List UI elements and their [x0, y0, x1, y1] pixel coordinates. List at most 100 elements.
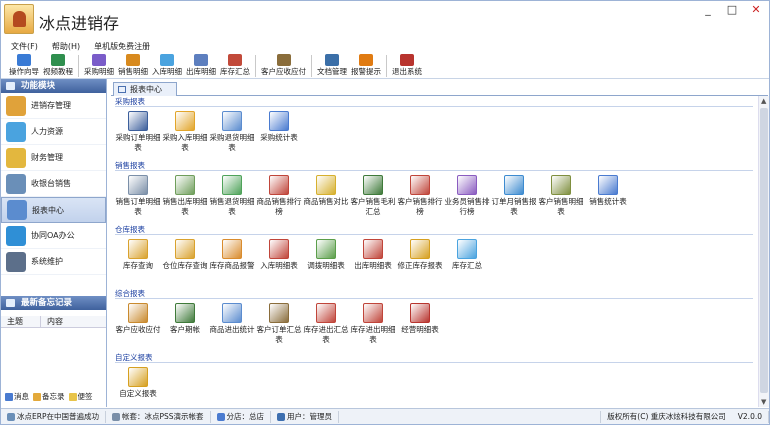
toolbar-separator: [386, 55, 387, 77]
toolbar-button[interactable]: 退出系统: [390, 53, 424, 77]
toolbar-button-label: 出库明细: [186, 67, 216, 76]
report-item[interactable]: 商品销售排行榜: [256, 175, 302, 217]
report-item[interactable]: 采购订单明细表: [115, 111, 161, 153]
report-item-label: 客户期帐: [170, 325, 200, 334]
memo-table[interactable]: 主题 内容: [1, 316, 106, 386]
salesman-rank-icon: [457, 175, 477, 195]
scroll-down-icon[interactable]: ▼: [761, 398, 766, 406]
report-item[interactable]: 商品销售对比: [303, 175, 349, 207]
report-item[interactable]: 库存汇总: [444, 239, 490, 271]
report-item[interactable]: 业务员销售排行榜: [444, 175, 490, 217]
toolbar-button[interactable]: 采购明细: [82, 53, 116, 77]
nav-item[interactable]: 协同OA办公: [1, 223, 106, 249]
document-icon: [325, 54, 339, 66]
toolbar-button[interactable]: 库存汇总: [218, 53, 252, 77]
report-item-label: 商品销售对比: [303, 197, 349, 206]
minimize-button[interactable]: _: [701, 3, 715, 16]
report-item[interactable]: 经营明细表: [397, 303, 443, 335]
scroll-thumb[interactable]: [760, 108, 768, 393]
tab-report-center[interactable]: 报表中心: [113, 82, 177, 96]
toolbar-button[interactable]: 入库明细: [150, 53, 184, 77]
report-item[interactable]: 出库明细表: [350, 239, 396, 271]
report-item[interactable]: 订单月销售报表: [491, 175, 537, 217]
menu-register[interactable]: 单机版免费注册: [94, 40, 150, 53]
nav-item[interactable]: 系统维护: [1, 249, 106, 275]
purchase-in-icon: [175, 111, 195, 131]
toolbar-button-label: 视频教程: [43, 67, 73, 76]
purchase-return-icon: [222, 111, 242, 131]
status-account-text: 帐套：冰点PSS演示帐套: [121, 412, 204, 421]
report-item[interactable]: 商品进出统计: [209, 303, 255, 335]
toolbar-button[interactable]: 出库明细: [184, 53, 218, 77]
report-item-label: 客户销售毛利汇总: [350, 197, 396, 216]
memo-link[interactable]: 消息: [5, 391, 29, 402]
nav-item-label: 协同OA办公: [31, 231, 75, 240]
report-item[interactable]: 采购入库明细表: [162, 111, 208, 153]
oa-icon: [6, 225, 26, 246]
report-item[interactable]: 销售退货明细表: [209, 175, 255, 217]
report-item[interactable]: 库存商品报警: [209, 239, 255, 271]
report-item[interactable]: 库存进出汇总表: [303, 303, 349, 345]
report-section-title: 自定义报表: [115, 353, 753, 363]
clock-icon: [504, 175, 524, 195]
report-item[interactable]: 库存进出明细表: [350, 303, 396, 345]
report-item[interactable]: 客户订单汇总表: [256, 303, 302, 345]
toolbar-button[interactable]: 客户应收应付: [259, 53, 308, 77]
toolbar-button[interactable]: 报警提示: [349, 53, 383, 77]
toolbar-button[interactable]: 销售明细: [116, 53, 150, 77]
account-book-icon: [111, 412, 120, 421]
report-item[interactable]: 销售统计表: [585, 175, 631, 207]
vertical-scrollbar[interactable]: ▲ ▼: [758, 96, 769, 407]
status-copyright-text: 版权所有(C) 重庆冰炫科技有限公司: [607, 412, 726, 421]
menu-help[interactable]: 帮助(H): [52, 40, 80, 53]
report-item[interactable]: 修正库存报表: [397, 239, 443, 271]
status-message-text: 冰点ERP在中国普遍成功: [17, 412, 99, 421]
report-item[interactable]: 客户销售毛利汇总: [350, 175, 396, 217]
report-item[interactable]: 自定义报表: [115, 367, 161, 399]
menu-file[interactable]: 文件(F): [11, 40, 38, 53]
report-item[interactable]: 采购统计表: [256, 111, 302, 143]
report-item[interactable]: 销售出库明细表: [162, 175, 208, 217]
report-item[interactable]: 客户销售明细表: [538, 175, 584, 217]
profit-icon: [363, 175, 383, 195]
scroll-up-icon[interactable]: ▲: [761, 97, 766, 105]
report-item-label: 订单月销售报表: [491, 197, 537, 216]
stock-in-detail-icon: [269, 239, 289, 259]
report-item[interactable]: 销售订单明细表: [115, 175, 161, 217]
report-item-label: 采购退货明细表: [209, 133, 255, 152]
toolbar-button[interactable]: 文档管理: [315, 53, 349, 77]
report-item[interactable]: 调拨明细表: [303, 239, 349, 271]
toolbar-button[interactable]: 视频教程: [41, 53, 75, 77]
left-panel: 功能模块 进销存管理 人力资源 财务管理 收银台销售 报表中心 协同OA办公 系统维护 最新…: [1, 79, 107, 407]
maximize-button[interactable]: □: [725, 3, 739, 16]
video-icon: [51, 54, 65, 66]
report-item[interactable]: 库存查询: [115, 239, 161, 271]
purchase-detail-icon: [92, 54, 106, 66]
message-icon: [5, 392, 13, 401]
close-button[interactable]: ✕: [749, 3, 763, 16]
report-item[interactable]: 客户销售排行榜: [397, 175, 443, 217]
memo-col-content[interactable]: 内容: [41, 316, 63, 327]
app-window: 冰点进销存 _ □ ✕ 文件(F) 帮助(H) 单机版免费注册 操作向导 视频教程…: [0, 0, 770, 425]
report-item[interactable]: 客户应收应付: [115, 303, 161, 335]
nav-item[interactable]: 进销存管理: [1, 93, 106, 119]
report-item[interactable]: 采购退货明细表: [209, 111, 255, 153]
report-item[interactable]: 仓位库存查询: [162, 239, 208, 271]
report-item-label: 入库明细表: [260, 261, 298, 270]
receivable-icon: [276, 54, 291, 66]
memo-link[interactable]: 备忘录: [33, 391, 65, 402]
memo-col-subject[interactable]: 主题: [1, 316, 41, 327]
toolbar-button[interactable]: 操作向导: [7, 53, 41, 77]
toolbar-button-label: 文档管理: [317, 67, 347, 76]
info-icon: [7, 412, 15, 421]
report-item-label: 仓位库存查询: [162, 261, 208, 270]
module-nav: 进销存管理 人力资源 财务管理 收银台销售 报表中心协同OA办公系统维护: [1, 93, 106, 275]
nav-item[interactable]: 报表中心: [1, 197, 106, 223]
report-item[interactable]: 入库明细表: [256, 239, 302, 271]
memo-link[interactable]: 便签: [68, 391, 93, 402]
report-item-label: 采购入库明细表: [162, 133, 208, 152]
nav-item[interactable]: 收银台销售: [1, 171, 106, 197]
report-item[interactable]: 客户期帐: [162, 303, 208, 335]
nav-item[interactable]: 财务管理: [1, 145, 106, 171]
nav-item[interactable]: 人力资源: [1, 119, 106, 145]
